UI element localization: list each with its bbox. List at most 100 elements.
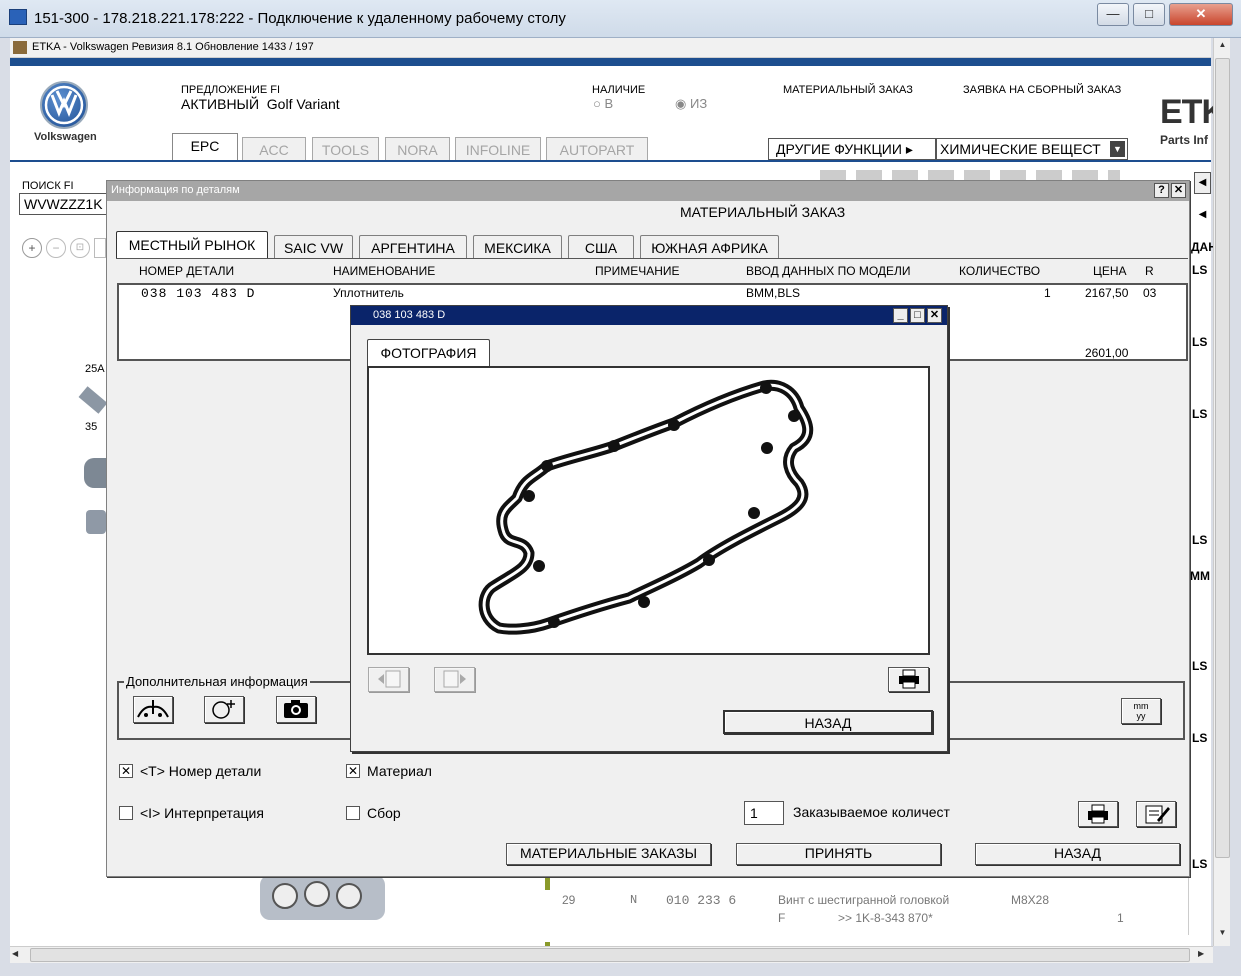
scroll-up-icon[interactable]: ▲ — [1214, 40, 1231, 54]
part-number-checkbox[interactable]: ✕ — [119, 764, 133, 778]
row-price: 2167,50 — [1085, 286, 1129, 300]
tab-usa[interactable]: США — [568, 235, 634, 259]
assembly-order-link[interactable]: ЗАЯВКА НА СБОРНЫЙ ЗАКАЗ — [963, 84, 1121, 96]
printer-icon — [1088, 804, 1108, 824]
photo-back-button[interactable]: НАЗАД — [723, 710, 933, 734]
prev-page-button[interactable] — [368, 667, 409, 692]
rdp-title-bar: 151-300 - 178.218.221.178:222 - Подключе… — [0, 0, 1241, 38]
avail-opt1-label: В — [604, 96, 614, 111]
avail-radio-2[interactable]: ◉ ИЗ — [675, 96, 707, 112]
availability-label: НАЛИЧИЕ — [592, 84, 646, 96]
photo-minimize-button[interactable]: _ — [893, 308, 908, 323]
avail-opt2-label: ИЗ — [689, 96, 708, 111]
scroll-right-icon[interactable]: ▶ — [1198, 949, 1212, 963]
interpretation-checkbox-label: <I> Интерпретация — [140, 805, 264, 821]
next-page-button[interactable] — [434, 667, 475, 692]
zoom-fit-icon[interactable]: ⊡ — [70, 238, 90, 258]
tab-autopart[interactable]: AUTOPART — [546, 137, 648, 161]
right-nav-arrow[interactable]: ◀ — [1194, 172, 1211, 194]
dialog-title-bar: Информация по деталям ? ✕ — [107, 181, 1189, 201]
accept-button[interactable]: ПРИНЯТЬ — [736, 843, 941, 865]
photo-button[interactable] — [276, 696, 316, 723]
part-drawing-button[interactable] — [133, 696, 173, 723]
dialog-title: Информация по деталям — [111, 184, 240, 196]
zoom-window-icon[interactable] — [94, 238, 106, 258]
material-order-link[interactable]: МАТЕРИАЛЬНЫЙ ЗАКАЗ — [783, 84, 913, 96]
right-col-value: LS — [1192, 731, 1208, 745]
scroll-left-icon[interactable]: ◀ — [12, 949, 26, 963]
right-col-value: MM — [1190, 569, 1210, 583]
photo-window-title: 038 103 483 D — [373, 309, 446, 321]
tab-mexico[interactable]: МЕКСИКА — [473, 235, 562, 259]
scroll-thumb[interactable] — [1215, 58, 1230, 858]
header-strip — [10, 58, 1211, 66]
material-orders-button[interactable]: МАТЕРИАЛЬНЫЕ ЗАКАЗЫ — [506, 843, 711, 865]
tab-infoline[interactable]: INFOLINE — [455, 137, 541, 161]
photo-title-bar: 038 103 483 D _ □ ✕ — [351, 306, 947, 325]
right-col-value: LS — [1192, 263, 1208, 277]
rdp-window-title: 151-300 - 178.218.221.178:222 - Подключе… — [34, 10, 566, 27]
bg-row-ref: >> 1K-8-343 870* — [838, 911, 933, 925]
dialog-close-button[interactable]: ✕ — [1171, 183, 1186, 198]
col-model-data: ВВОД ДАННЫХ ПО МОДЕЛИ — [746, 264, 911, 278]
zoom-out-icon[interactable]: − — [46, 238, 66, 258]
chevron-down-icon[interactable]: ▼ — [1110, 141, 1125, 157]
tab-photograph[interactable]: ФОТОГРАФИЯ — [367, 339, 490, 367]
interpretation-checkbox[interactable] — [119, 806, 133, 820]
assembly-checkbox-label: Сбор — [367, 805, 401, 821]
photo-print-button[interactable] — [888, 667, 929, 692]
etka-logo-sub: Parts Inf — [1160, 133, 1209, 147]
assembly-checkbox[interactable] — [346, 806, 360, 820]
printer-icon — [898, 669, 919, 689]
maximize-button[interactable]: □ — [1133, 3, 1165, 26]
photo-close-button[interactable]: ✕ — [927, 308, 942, 323]
dialog-back-button[interactable]: НАЗАД — [975, 843, 1180, 865]
avail-radio-1[interactable]: ○ В — [593, 96, 613, 111]
col-name: НАИМЕНОВАНИЕ — [333, 264, 436, 278]
horizontal-scrollbar[interactable]: ◀ ▶ — [10, 946, 1213, 963]
scroll-hthumb[interactable] — [30, 948, 1190, 962]
add-part-button[interactable] — [204, 696, 244, 723]
close-button[interactable]: ✕ — [1169, 3, 1233, 26]
row-r: 03 — [1143, 286, 1157, 300]
tab-saic-vw[interactable]: SAIC VW — [274, 235, 353, 259]
col-part-number: НОМЕР ДЕТАЛИ — [139, 264, 235, 278]
edit-button[interactable] — [1136, 801, 1176, 827]
header-divider — [10, 160, 1211, 162]
tab-epc[interactable]: EPC — [172, 133, 238, 161]
vw-icon — [44, 85, 84, 125]
zoom-in-icon[interactable]: + — [22, 238, 42, 258]
tab-argentina[interactable]: АРГЕНТИНА — [359, 235, 467, 259]
tab-south-africa[interactable]: ЮЖНАЯ АФРИКА — [640, 235, 779, 259]
bg-row-desc: Винт с шестигранной головкой — [778, 893, 950, 907]
help-button[interactable]: ? — [1154, 183, 1169, 198]
tab-acc[interactable]: ACC — [242, 137, 306, 161]
tab-nora[interactable]: NORA — [385, 137, 450, 161]
order-qty-input[interactable]: 1 — [744, 801, 784, 825]
order-qty-label: Заказываемое количест — [793, 804, 950, 820]
col-note: ПРИМЕЧАНИЕ — [595, 264, 680, 278]
extra-info-label: Дополнительная информация — [124, 674, 310, 689]
other-functions-label: ДРУГИЕ ФУНКЦИИ — [776, 141, 902, 157]
col-price: ЦЕНА — [1093, 264, 1127, 278]
etka-app-icon — [13, 41, 27, 54]
print-button[interactable] — [1078, 801, 1118, 827]
tab-tools[interactable]: TOOLS — [312, 137, 379, 161]
bg-row-f: F — [778, 911, 786, 925]
photo-maximize-button[interactable]: □ — [910, 308, 925, 323]
bg-row-n: N — [630, 893, 638, 907]
right-nav-arrow-2[interactable]: ◀ — [1194, 205, 1211, 227]
functions-select[interactable]: ХИМИЧЕСКИЕ ВЕЩЕСТ ▼ — [936, 138, 1128, 160]
vertical-scrollbar[interactable]: ▲ ▼ — [1213, 38, 1230, 946]
bg-row-part: 010 233 6 — [666, 893, 737, 908]
search-input[interactable]: WVWZZZ1K — [19, 193, 109, 215]
right-col-value: LS — [1192, 533, 1208, 547]
tab-local-market[interactable]: МЕСТНЫЙ РЫНОК — [116, 231, 268, 259]
minimize-button[interactable]: — — [1097, 3, 1129, 26]
scroll-down-icon[interactable]: ▼ — [1214, 928, 1231, 942]
other-functions-button[interactable]: ДРУГИЕ ФУНКЦИИ ▸ — [768, 138, 936, 160]
gasket-photo — [478, 379, 814, 635]
camera-icon — [284, 700, 308, 718]
date-format-button[interactable]: mm yy — [1121, 698, 1161, 724]
material-checkbox[interactable]: ✕ — [346, 764, 360, 778]
